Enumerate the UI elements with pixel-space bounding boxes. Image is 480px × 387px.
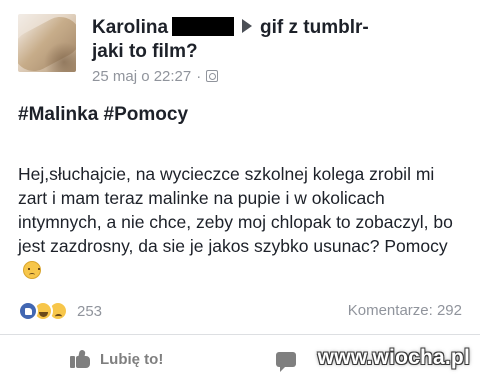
avatar-shade-shape (44, 42, 76, 72)
comment-button[interactable] (276, 352, 296, 372)
meta-separator: · (196, 68, 202, 85)
post-body: Hej,słuchajcie, na wycieczce szkolnej ko… (18, 162, 468, 282)
like-button-label: Lubię to! (100, 350, 164, 368)
author-avatar[interactable] (18, 14, 76, 72)
facebook-post: Karolina gif z tumblr- jaki to film? 25 m… (0, 0, 480, 387)
thumbs-up-icon (70, 349, 92, 368)
post-meta: 25 maj o 22:27 · (92, 68, 452, 86)
post-header: Karolina gif z tumblr- jaki to film? 25 m… (92, 16, 452, 86)
sad-icon (23, 261, 41, 279)
comments-count[interactable]: Komentarze: 292 (348, 302, 462, 319)
watermark: www.wiocha.pl (317, 346, 470, 369)
group-title[interactable]: gif z tumblr- (260, 17, 369, 38)
reaction-count[interactable]: 253 (77, 303, 102, 320)
post-header-line: Karolina gif z tumblr- (92, 16, 452, 40)
author-name[interactable]: Karolina (92, 16, 168, 40)
post-hashtags[interactable]: #Malinka #Pomocy (18, 104, 188, 126)
arrow-right-icon (242, 19, 253, 33)
footer-divider (0, 334, 480, 335)
reactions-summary[interactable]: 253 (18, 300, 102, 322)
like-button[interactable]: Lubię to! (70, 349, 164, 368)
globe-icon[interactable] (206, 70, 219, 82)
like-icon (18, 301, 38, 321)
redacted-surname (172, 17, 235, 36)
group-title-continued[interactable]: jaki to film? (92, 40, 452, 64)
post-body-text: Hej,słuchajcie, na wycieczce szkolnej ko… (18, 164, 453, 256)
post-timestamp[interactable]: 25 maj o 22:27 (92, 68, 191, 85)
comment-icon (276, 352, 296, 372)
